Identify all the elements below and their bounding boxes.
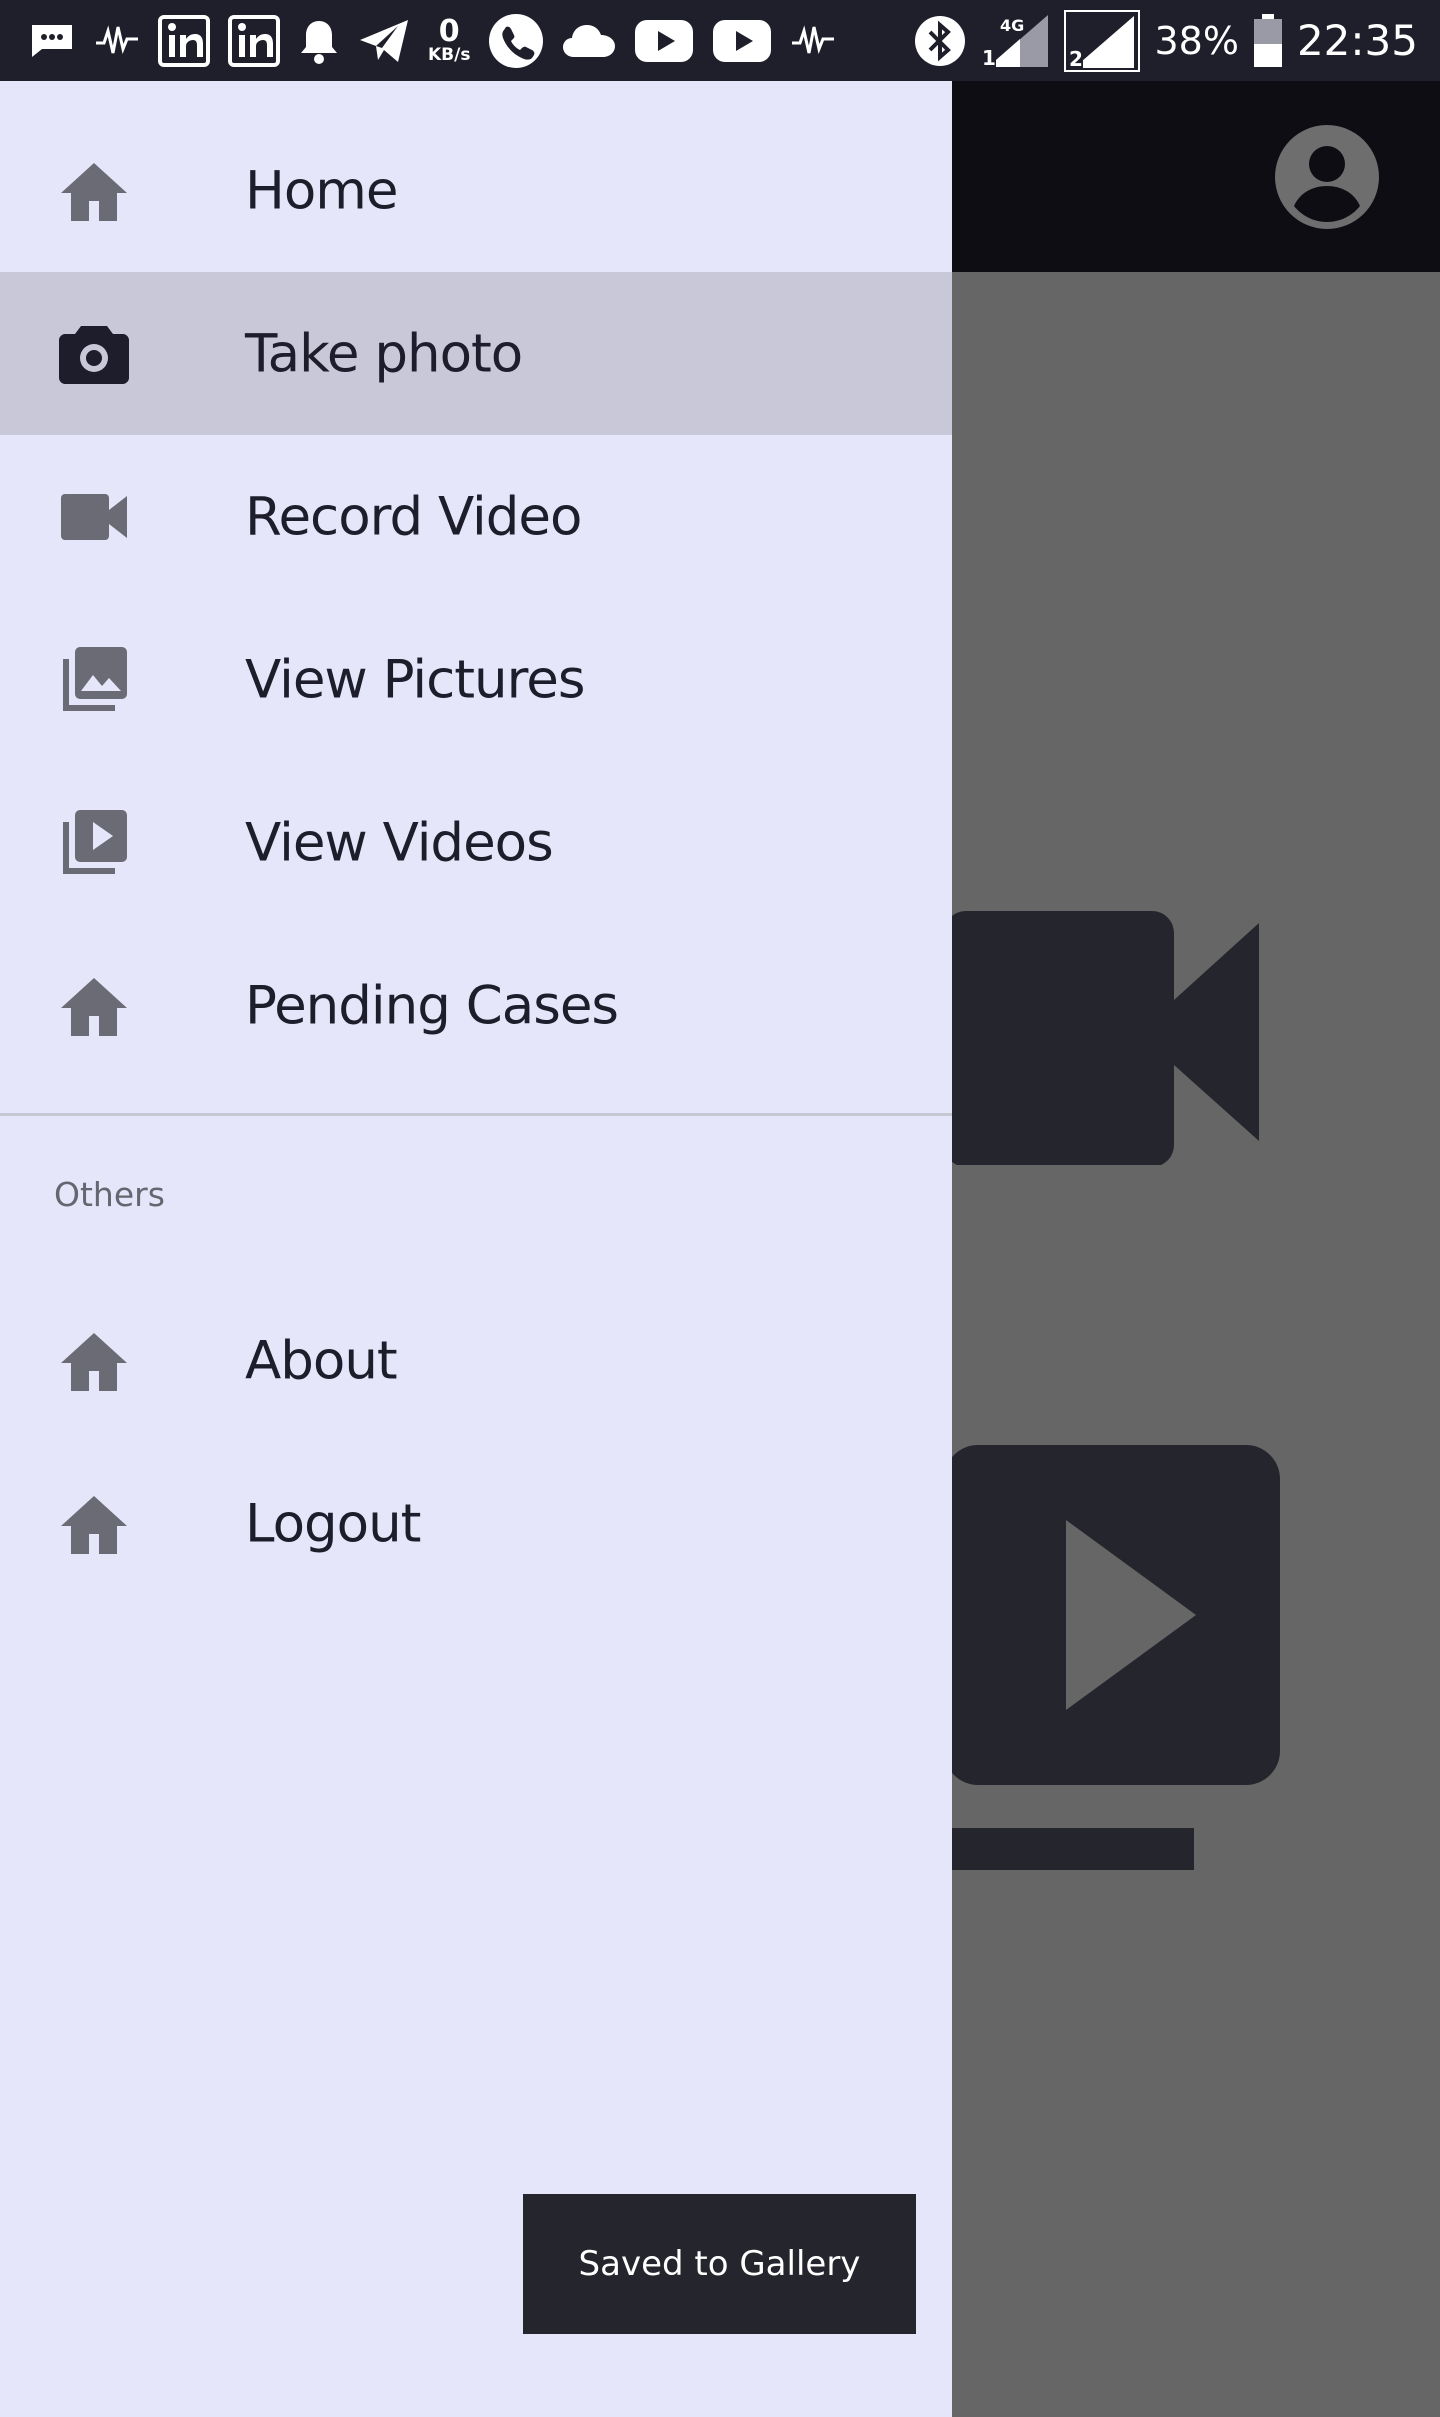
linkedin-icon [158, 14, 210, 67]
home-icon [58, 155, 130, 227]
bluetooth-icon [914, 15, 966, 67]
youtube-icon [634, 19, 694, 63]
drawer-item-label: About [245, 1330, 398, 1391]
drawer-item-take-photo[interactable]: Take photo [0, 272, 952, 435]
home-icon [58, 970, 130, 1042]
sim1-label: 1 [982, 46, 996, 69]
videocam-icon[interactable] [944, 905, 1264, 1169]
drawer-item-about[interactable]: About [0, 1279, 952, 1442]
status-bar-system: 1 4G 2 38% 22:35 [914, 9, 1440, 72]
drawer-item-home[interactable]: Home [0, 109, 952, 272]
drawer-item-label: Home [245, 160, 399, 221]
cloud-icon [562, 23, 616, 59]
telegram-icon [358, 18, 410, 64]
toast-message: Saved to Gallery [523, 2194, 916, 2334]
pulse-icon [790, 23, 836, 59]
status-bar: 0 KB/s 1 4G 2 38% 22:35 [0, 0, 1440, 81]
video-library-icon[interactable] [944, 1440, 1284, 1874]
drawer-item-record-video[interactable]: Record Video [0, 435, 952, 598]
video-library-icon [58, 807, 130, 879]
home-icon [58, 1325, 130, 1397]
phone-icon [488, 13, 544, 69]
network-speed-value: 0 [438, 14, 460, 49]
clock: 22:35 [1296, 16, 1418, 65]
youtube-icon [712, 19, 772, 63]
drawer-item-pending-cases[interactable]: Pending Cases [0, 924, 952, 1087]
battery-icon [1253, 13, 1283, 68]
drawer-item-label: Record Video [245, 486, 582, 547]
account-circle-icon[interactable] [1274, 124, 1380, 230]
drawer-divider [0, 1113, 952, 1116]
drawer-item-label: Logout [245, 1493, 421, 1554]
drawer-item-view-pictures[interactable]: View Pictures [0, 598, 952, 761]
drawer-item-view-videos[interactable]: View Videos [0, 761, 952, 924]
drawer-item-label: View Pictures [245, 649, 585, 710]
videocam-icon [58, 481, 130, 553]
linkedin-icon [228, 14, 280, 67]
sim2-label: 2 [1069, 47, 1083, 71]
drawer-item-label: Take photo [245, 323, 523, 384]
toast-text: Saved to Gallery [578, 2244, 861, 2284]
navigation-drawer: Home Take photo Record Video View Pictur… [0, 81, 952, 2417]
drawer-item-label: Pending Cases [245, 975, 619, 1036]
drawer-section-title: Others [54, 1175, 165, 1214]
network-speed: 0 KB/s [428, 17, 470, 64]
battery-percent: 38% [1154, 18, 1239, 63]
drawer-item-logout[interactable]: Logout [0, 1442, 952, 1605]
status-bar-notifications: 0 KB/s [0, 13, 836, 69]
message-icon [28, 21, 76, 61]
home-icon [58, 1488, 130, 1560]
sim1-network-type: 4G [1000, 16, 1024, 35]
photo-library-icon [58, 644, 130, 716]
pulse-icon [94, 23, 140, 59]
network-speed-unit: KB/s [428, 45, 471, 65]
drawer-item-label: View Videos [245, 812, 554, 873]
sim1-signal-icon: 1 4G [980, 13, 1050, 69]
sim2-signal-icon: 2 [1064, 9, 1141, 72]
camera-icon [58, 318, 130, 390]
bell-icon [298, 17, 340, 65]
